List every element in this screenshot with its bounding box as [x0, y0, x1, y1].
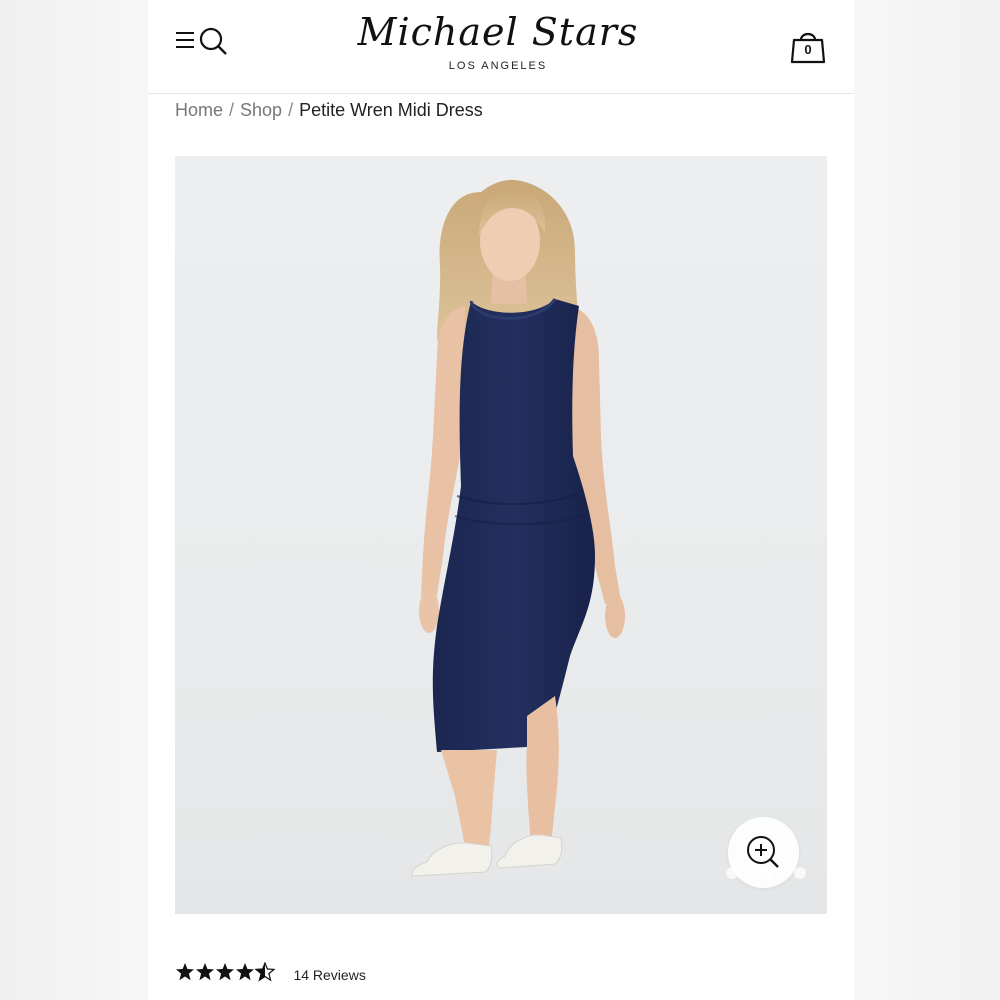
site-header: Michael Stars LOS ANGELES 0 [148, 0, 854, 94]
brand-logo[interactable]: Michael Stars LOS ANGELES [338, 6, 658, 72]
breadcrumb-current: Petite Wren Midi Dress [299, 100, 483, 120]
breadcrumb-separator: / [229, 100, 235, 120]
star-full-icon [216, 963, 234, 981]
cart-count: 0 [804, 42, 812, 57]
star-full-icon [176, 963, 194, 981]
breadcrumb-separator: / [288, 100, 294, 120]
menu-search-button[interactable] [174, 26, 230, 56]
star-rating-icons [176, 962, 275, 981]
star-half-icon [255, 962, 275, 981]
star-rating[interactable] [175, 962, 275, 987]
brand-location: LOS ANGELES [448, 60, 548, 72]
product-page: Michael Stars LOS ANGELES 0 Home / Shop / Pe… [148, 0, 854, 1000]
cart-button[interactable]: 0 [788, 28, 828, 66]
gallery-dot[interactable] [794, 867, 806, 879]
model-in-dress-photo [411, 179, 625, 877]
star-full-icon [236, 963, 254, 981]
gallery-dot-active[interactable] [760, 867, 772, 879]
page-backdrop-left [0, 0, 148, 1000]
star-full-icon [196, 963, 214, 981]
brand-name: Michael Stars [357, 10, 639, 54]
page-backdrop-right [854, 0, 1000, 1000]
gallery-pagination [716, 867, 806, 881]
search-icon [199, 27, 227, 55]
reviews-link[interactable]: 14 Reviews [293, 967, 365, 983]
breadcrumb: Home / Shop / Petite Wren Midi Dress [175, 100, 483, 121]
breadcrumb-shop[interactable]: Shop [240, 100, 282, 120]
breadcrumb-home[interactable]: Home [175, 100, 223, 120]
product-rating: 14 Reviews [175, 962, 366, 988]
product-image[interactable] [175, 156, 827, 914]
gallery-dot[interactable] [726, 867, 738, 879]
